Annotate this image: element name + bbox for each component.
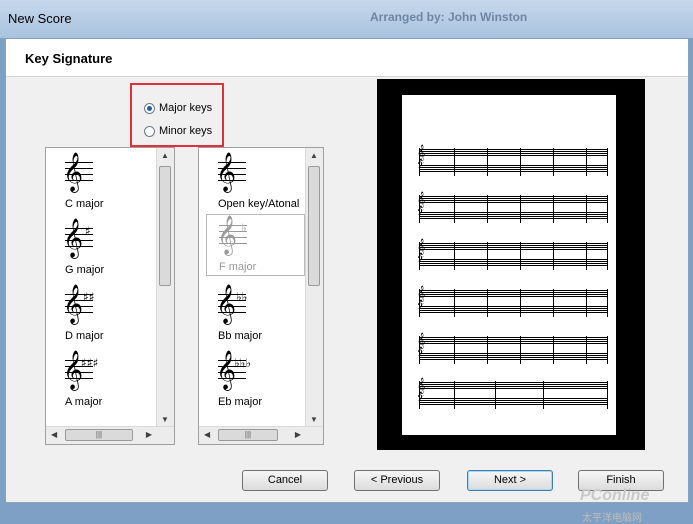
preview-page: 𝄞 𝄢 𝄞 𝄢 𝄞 𝄢 𝄞 𝄢 𝄞 𝄢 𝄞 𝄢 <box>402 95 616 435</box>
radio-unselected-icon <box>144 125 155 137</box>
key-mode-group: Major keys Minor keys <box>130 83 224 147</box>
previous-button[interactable]: < Previous <box>354 470 440 491</box>
horizontal-scrollbar[interactable]: ◀ ||| ▶ <box>199 426 323 444</box>
staff-system: 𝄞 𝄢 <box>414 378 608 410</box>
scroll-up-icon[interactable]: ▲ <box>161 151 169 160</box>
treble-clef-icon: 𝄞 <box>63 284 84 324</box>
treble-clef-icon: 𝄞 <box>63 152 84 192</box>
sharp-icon: ♯♯♯ <box>81 356 99 370</box>
page-title: Key Signature <box>25 51 113 66</box>
key-g-major[interactable]: 𝄞 ♯ G major <box>47 218 152 278</box>
major-keys-label: Major keys <box>159 102 213 114</box>
cancel-button[interactable]: Cancel <box>242 470 328 491</box>
radio-selected-icon <box>144 102 155 114</box>
treble-clef-icon: 𝄞 <box>217 215 238 255</box>
minor-keys-radio[interactable]: Minor keys <box>144 123 212 139</box>
staff-system: 𝄞 𝄢 <box>414 145 608 177</box>
key-label: Eb major <box>218 396 263 408</box>
key-label: C major <box>65 198 104 210</box>
scroll-thumb[interactable] <box>308 166 320 286</box>
scroll-right-icon[interactable]: ▶ <box>146 430 152 439</box>
key-label: G major <box>65 264 105 276</box>
watermark-logo: PConline <box>580 487 650 504</box>
sharp-icon: ♯ <box>85 224 91 238</box>
scroll-right-icon[interactable]: ▶ <box>295 430 301 439</box>
key-label: Bb major <box>218 330 263 342</box>
scroll-thumb[interactable]: ||| <box>65 429 133 441</box>
scroll-thumb[interactable]: ||| <box>218 429 278 441</box>
key-bb-major[interactable]: 𝄞 ♭♭ Bb major <box>200 284 305 344</box>
background-window-title: Arranged by: John Winston <box>370 10 528 24</box>
sharp-keys-list[interactable]: 𝄞 C major 𝄞 ♯ G major 𝄞 ♯♯ D major 𝄞 ♯♯♯… <box>45 147 175 445</box>
minor-keys-label: Minor keys <box>159 125 213 137</box>
sharp-icon: ♯♯ <box>83 290 95 304</box>
flat-icon: ♭♭ <box>236 290 248 304</box>
key-label: F major <box>219 261 257 273</box>
key-eb-major[interactable]: 𝄞 ♭♭♭ Eb major <box>200 350 305 410</box>
staff-system: 𝄞 𝄢 <box>414 286 608 318</box>
key-open-atonal[interactable]: 𝄞 Open key/Atonal <box>200 152 305 212</box>
dialog-client: Key Signature Major keys Minor keys 𝄞 C … <box>5 38 689 524</box>
treble-clef-icon: 𝄞 <box>216 284 237 324</box>
window-title: New Score <box>8 11 72 26</box>
vertical-scrollbar[interactable]: ▲ ▼ <box>305 148 323 427</box>
key-f-major-selected[interactable]: 𝄞 ♭ F major <box>206 214 305 276</box>
horizontal-scrollbar[interactable]: ◀ ||| ▶ <box>46 426 174 444</box>
scroll-down-icon[interactable]: ▼ <box>161 415 169 424</box>
next-button[interactable]: Next > <box>467 470 553 491</box>
watermark-subtitle: 太平洋电脑网 <box>582 513 642 524</box>
staff-system: 𝄞 𝄢 <box>414 333 608 365</box>
key-label: A major <box>65 396 103 408</box>
major-keys-radio[interactable]: Major keys <box>144 100 212 116</box>
wizard-header: Key Signature <box>6 39 688 77</box>
scroll-left-icon[interactable]: ◀ <box>51 430 57 439</box>
key-d-major[interactable]: 𝄞 ♯♯ D major <box>47 284 152 344</box>
key-c-major[interactable]: 𝄞 C major <box>47 152 152 212</box>
treble-clef-icon: 𝄞 <box>216 152 237 192</box>
scroll-left-icon[interactable]: ◀ <box>204 430 210 439</box>
staff-system: 𝄞 𝄢 <box>414 192 608 224</box>
key-a-major[interactable]: 𝄞 ♯♯♯ A major <box>47 350 152 410</box>
flat-icon: ♭ <box>241 221 247 235</box>
scroll-down-icon[interactable]: ▼ <box>310 415 318 424</box>
treble-clef-icon: 𝄞 <box>63 218 84 258</box>
scroll-thumb[interactable] <box>159 166 171 286</box>
score-preview: 𝄞 𝄢 𝄞 𝄢 𝄞 𝄢 𝄞 𝄢 𝄞 𝄢 𝄞 𝄢 <box>377 79 645 450</box>
title-bar: New Score Arranged by: John Winston <box>0 0 693 38</box>
vertical-scrollbar[interactable]: ▲ ▼ <box>156 148 174 427</box>
scroll-up-icon[interactable]: ▲ <box>310 151 318 160</box>
key-label: D major <box>65 330 104 342</box>
staff-system: 𝄞 𝄢 <box>414 239 608 271</box>
key-label: Open key/Atonal <box>218 198 300 210</box>
flat-icon: ♭♭♭ <box>234 356 251 370</box>
flat-keys-list[interactable]: 𝄞 Open key/Atonal 𝄞 ♭ F major 𝄞 ♭♭ Bb ma… <box>198 147 324 445</box>
